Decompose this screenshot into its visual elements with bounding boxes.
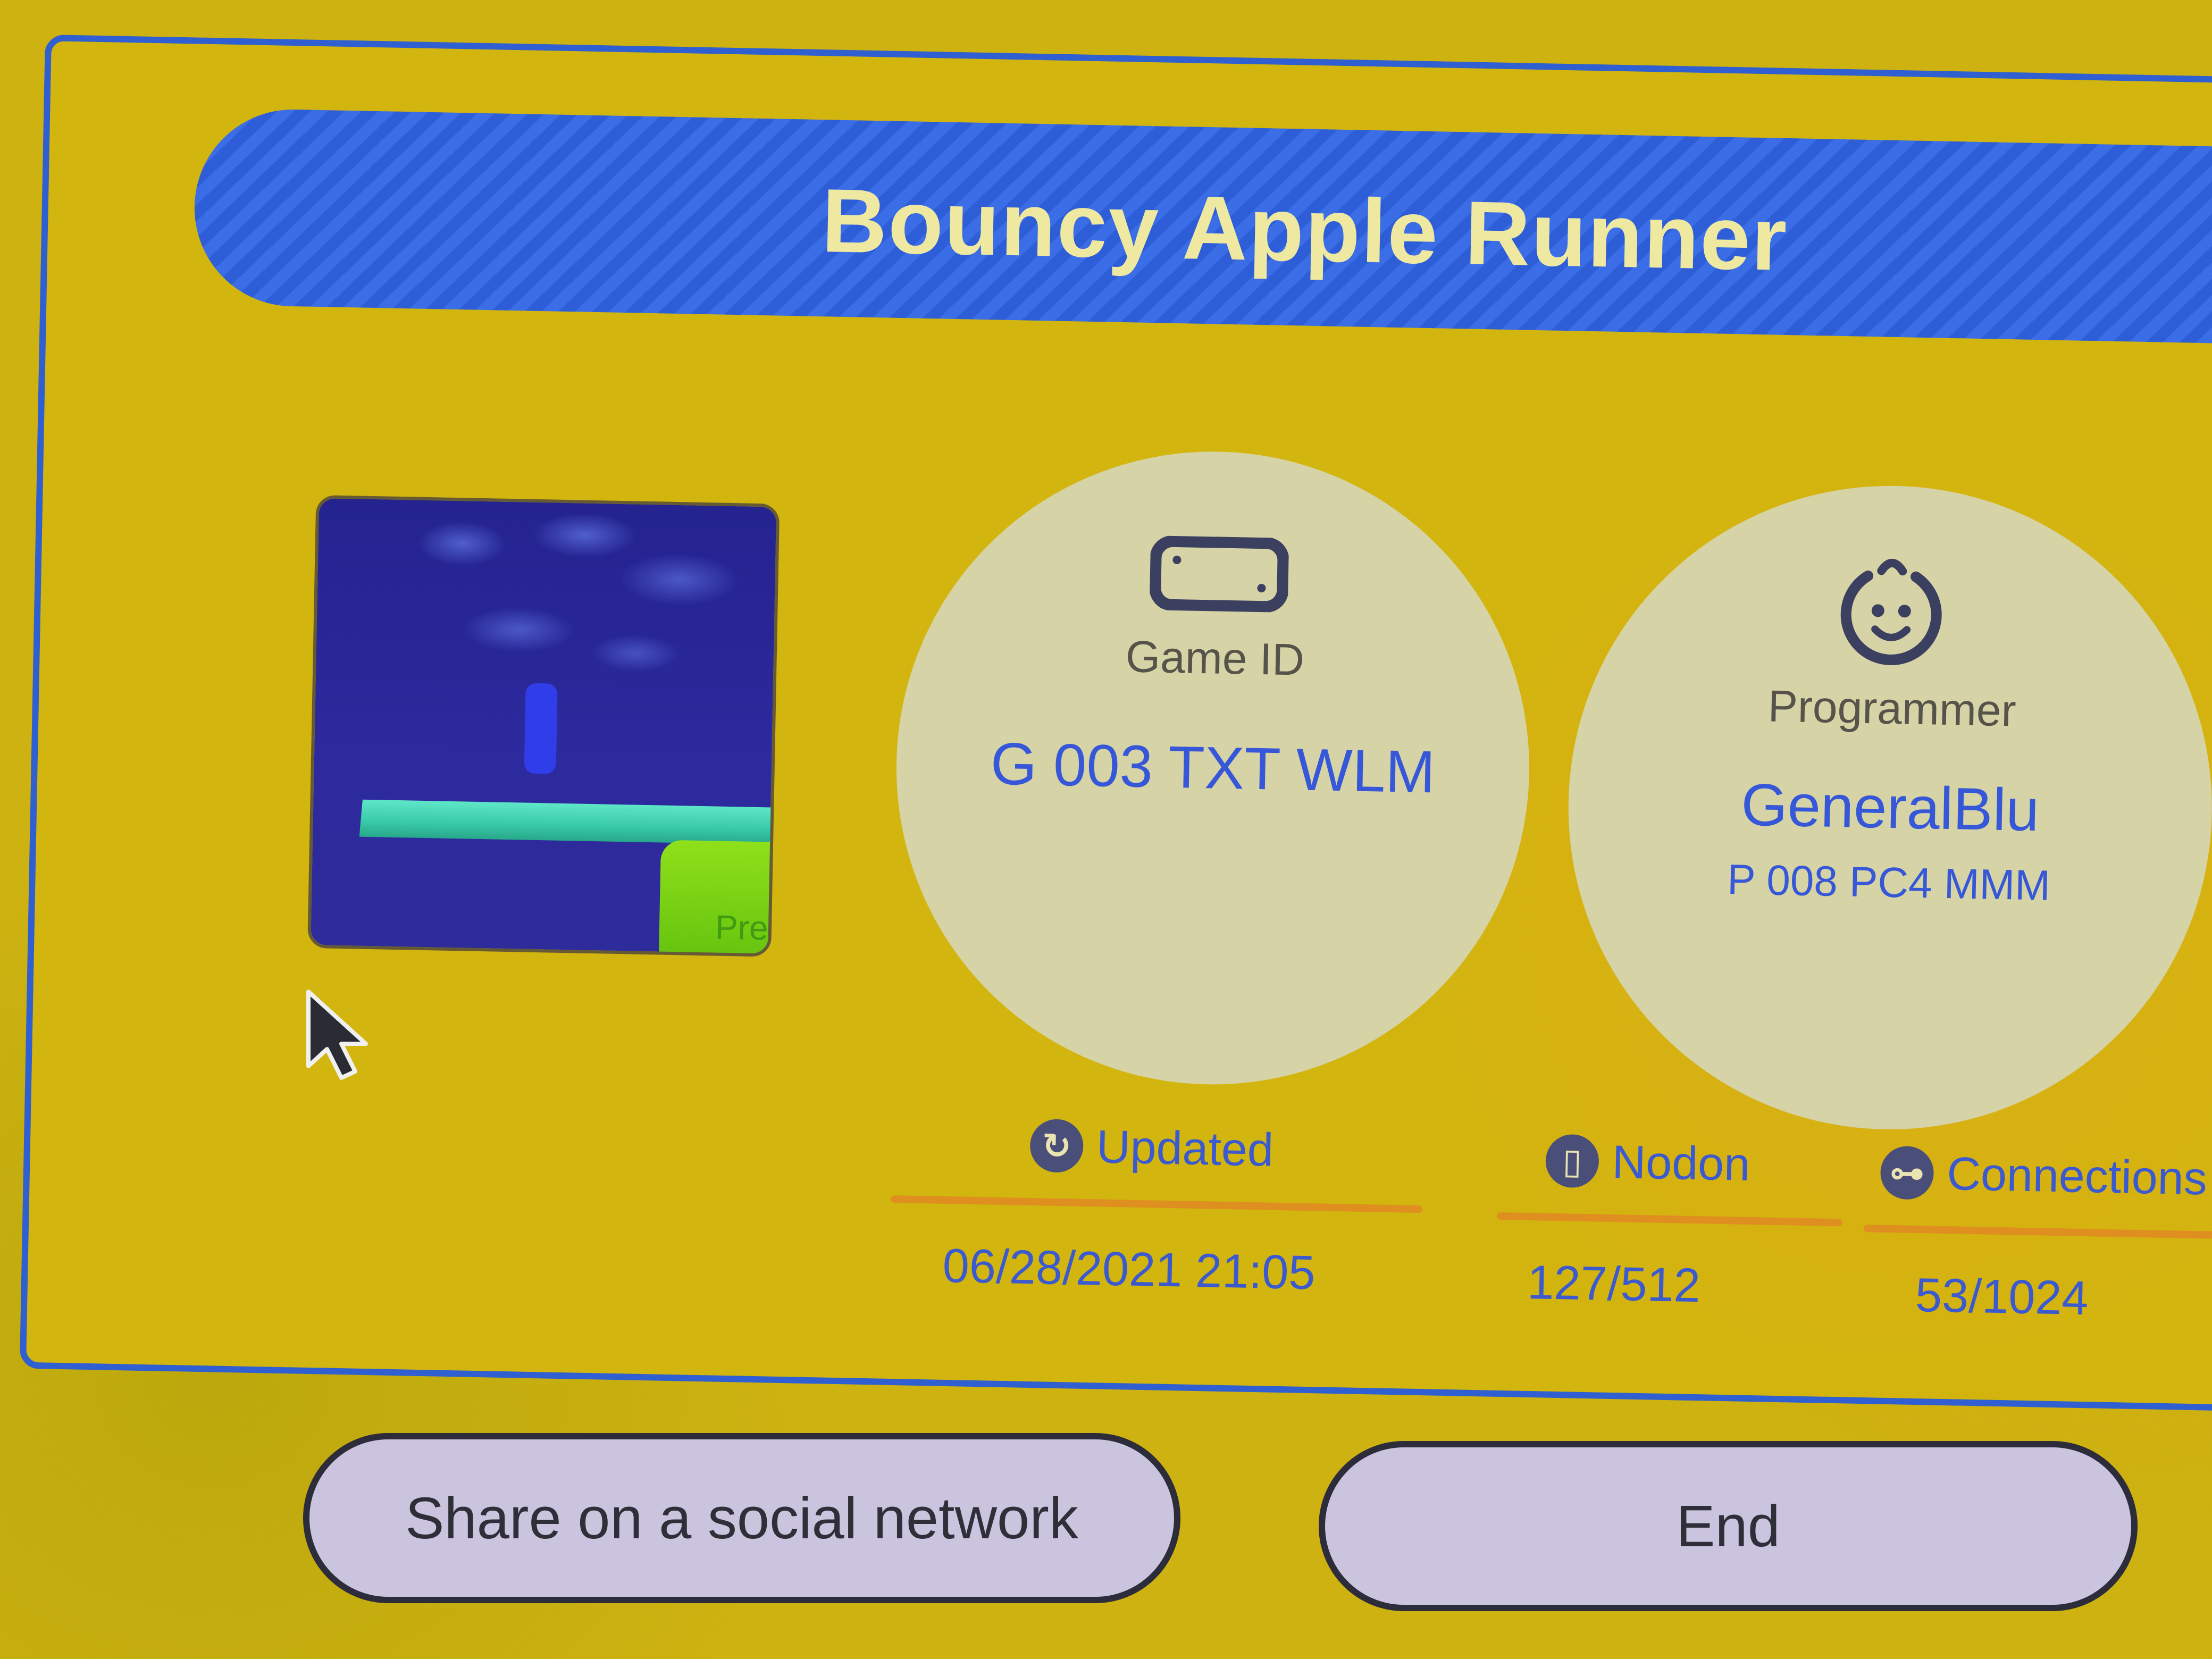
- game-id-label: Game ID: [1125, 631, 1305, 685]
- switch-console-icon: [1149, 535, 1289, 613]
- thumbnail-character: [524, 683, 558, 774]
- game-title: Bouncy Apple Runner: [820, 170, 1789, 290]
- updated-label: Updated: [1096, 1120, 1274, 1176]
- connections-divider: [1863, 1225, 2212, 1239]
- updated-heading: ↻ Updated: [1029, 1118, 1274, 1177]
- game-info-panel: Bouncy Apple Runner Pre Game ID G 003 TX…: [19, 35, 2212, 1412]
- connections-label: Connections: [1946, 1147, 2208, 1205]
- pointer-cursor-icon: [306, 990, 368, 1080]
- updated-divider: [891, 1195, 1423, 1213]
- updated-value: 06/28/2021 21:05: [942, 1239, 1316, 1300]
- nodon-value: 127/512: [1527, 1255, 1701, 1313]
- end-label: End: [1676, 1493, 1780, 1559]
- game-thumbnail: Pre: [311, 498, 777, 954]
- programmer-circle: Programmer GeneralBlu P 008 PC4 MMM: [1562, 480, 2212, 1136]
- end-button[interactable]: End: [1319, 1441, 2138, 1611]
- connection-icon: ⊶: [1880, 1145, 1934, 1200]
- share-social-label: Share on a social network: [405, 1485, 1078, 1551]
- share-social-button[interactable]: Share on a social network: [303, 1433, 1180, 1603]
- nodon-divider: [1496, 1212, 1842, 1227]
- thumbnail-clouds: [379, 510, 755, 688]
- nodon-heading: ▯ Nodon: [1545, 1134, 1750, 1192]
- programmer-name: GeneralBlu: [1740, 771, 2040, 844]
- connections-heading: ⊶ Connections: [1880, 1145, 2208, 1206]
- thumbnail-label: Pre: [715, 908, 769, 948]
- smiling-face-icon: [1840, 558, 1942, 665]
- thumbnail-platform: [359, 799, 777, 845]
- connections-value: 53/1024: [1915, 1268, 2089, 1326]
- nodon-icon: ▯: [1545, 1134, 1599, 1188]
- title-banner: Bouncy Apple Runner: [192, 107, 2212, 348]
- game-id-circle: Game ID G 003 TXT WLM: [890, 446, 1536, 1091]
- programmer-label: Programmer: [1767, 681, 2017, 736]
- refresh-icon: ↻: [1029, 1118, 1084, 1173]
- nodon-label: Nodon: [1611, 1135, 1751, 1191]
- programmer-id: P 008 PC4 MMM: [1727, 856, 2051, 909]
- game-id-value: G 003 TXT WLM: [990, 730, 1436, 806]
